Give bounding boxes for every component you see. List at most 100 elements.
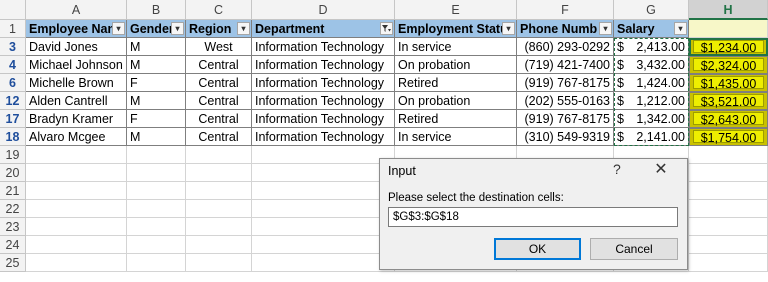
cell-gender[interactable]: M xyxy=(127,128,186,146)
filter-dropdown-icon[interactable]: ▾ xyxy=(599,22,612,35)
empty-cell[interactable] xyxy=(186,236,252,254)
filter-dropdown-icon[interactable]: ▾ xyxy=(171,22,184,35)
filter-dropdown-icon[interactable]: ▾ xyxy=(502,22,515,35)
column-header-c[interactable]: C xyxy=(186,0,252,20)
column-header-e[interactable]: E xyxy=(395,0,517,20)
empty-cell[interactable] xyxy=(252,182,395,200)
empty-cell[interactable] xyxy=(127,164,186,182)
ok-button[interactable]: OK xyxy=(494,238,581,260)
column-header-a[interactable]: A xyxy=(26,0,127,20)
empty-cell[interactable] xyxy=(186,200,252,218)
cell-h-value[interactable]: $2,643.00 xyxy=(689,110,768,128)
row-header-12[interactable]: 12 xyxy=(0,92,26,110)
empty-cell[interactable] xyxy=(186,146,252,164)
row-header-23[interactable]: 23 xyxy=(0,218,26,236)
destination-range-input[interactable] xyxy=(388,207,678,227)
column-header-h[interactable]: H xyxy=(689,0,768,20)
cell-region[interactable]: Central xyxy=(186,128,252,146)
empty-cell[interactable] xyxy=(689,182,768,200)
empty-cell[interactable] xyxy=(127,218,186,236)
cell-employee-name[interactable]: Michelle Brown xyxy=(26,74,127,92)
empty-cell[interactable] xyxy=(252,254,395,272)
row-header-22[interactable]: 22 xyxy=(0,200,26,218)
header-employment-status[interactable]: Employment Statu ▾ xyxy=(395,20,517,38)
cell-department[interactable]: Information Technology xyxy=(252,56,395,74)
column-header-b[interactable]: B xyxy=(127,0,186,20)
row-header-18[interactable]: 18 xyxy=(0,128,26,146)
cell-region[interactable]: Central xyxy=(186,74,252,92)
empty-cell[interactable] xyxy=(26,236,127,254)
cell-employee-name[interactable]: David Jones xyxy=(26,38,127,56)
cell-region[interactable]: Central xyxy=(186,92,252,110)
header-phone-number[interactable]: Phone Numb ▾ xyxy=(517,20,614,38)
cell-phone-number[interactable]: (860) 293-0292 xyxy=(517,38,614,56)
filter-active-icon[interactable] xyxy=(380,22,393,35)
empty-cell[interactable] xyxy=(252,146,395,164)
cell-phone-number[interactable]: (719) 421-7400 xyxy=(517,56,614,74)
empty-cell[interactable] xyxy=(26,254,127,272)
row-header-24[interactable]: 24 xyxy=(0,236,26,254)
empty-cell[interactable] xyxy=(252,200,395,218)
column-header-d[interactable]: D xyxy=(252,0,395,20)
empty-cell[interactable] xyxy=(689,218,768,236)
row-header-19[interactable]: 19 xyxy=(0,146,26,164)
cell-employment-status[interactable]: Retired xyxy=(395,74,517,92)
empty-cell[interactable] xyxy=(127,236,186,254)
cell-gender[interactable]: M xyxy=(127,92,186,110)
empty-cell[interactable] xyxy=(689,254,768,272)
row-header-25[interactable]: 25 xyxy=(0,254,26,272)
cell-region[interactable]: Central xyxy=(186,56,252,74)
row-header-6[interactable]: 6 xyxy=(0,74,26,92)
row-header-20[interactable]: 20 xyxy=(0,164,26,182)
empty-cell[interactable] xyxy=(127,200,186,218)
empty-cell[interactable] xyxy=(186,254,252,272)
cancel-button[interactable]: Cancel xyxy=(590,238,678,260)
cell-employee-name[interactable]: Alvaro Mcgee xyxy=(26,128,127,146)
empty-cell[interactable] xyxy=(252,164,395,182)
empty-cell[interactable] xyxy=(26,218,127,236)
cell-phone-number[interactable]: (202) 555-0163 xyxy=(517,92,614,110)
empty-cell[interactable] xyxy=(186,218,252,236)
row-header-3[interactable]: 3 xyxy=(0,38,26,56)
cell-region[interactable]: Central xyxy=(186,110,252,128)
cell-department[interactable]: Information Technology xyxy=(252,110,395,128)
cell-h-value[interactable]: $3,521.00 xyxy=(689,92,768,110)
cell-employment-status[interactable]: On probation xyxy=(395,92,517,110)
cell-employment-status[interactable]: In service xyxy=(395,128,517,146)
cell-h-value[interactable]: $1,754.00 xyxy=(689,128,768,146)
cell-employee-name[interactable]: Michael Johnson xyxy=(26,56,127,74)
header-region[interactable]: Region ▾ xyxy=(186,20,252,38)
empty-cell[interactable] xyxy=(127,254,186,272)
help-icon[interactable]: ? xyxy=(613,161,621,177)
cell-department[interactable]: Information Technology xyxy=(252,74,395,92)
cell-employee-name[interactable]: Alden Cantrell xyxy=(26,92,127,110)
cell-department[interactable]: Information Technology xyxy=(252,92,395,110)
cell-employment-status[interactable]: On probation xyxy=(395,56,517,74)
cell-phone-number[interactable]: (310) 549-9319 xyxy=(517,128,614,146)
header-department[interactable]: Department xyxy=(252,20,395,38)
filter-dropdown-icon[interactable]: ▾ xyxy=(674,22,687,35)
empty-cell[interactable] xyxy=(186,164,252,182)
cell-department[interactable]: Information Technology xyxy=(252,38,395,56)
empty-cell[interactable] xyxy=(26,182,127,200)
cell-h1[interactable] xyxy=(689,20,768,38)
empty-cell[interactable] xyxy=(127,146,186,164)
empty-cell[interactable] xyxy=(26,200,127,218)
column-header-g[interactable]: G xyxy=(614,0,689,20)
row-header-17[interactable]: 17 xyxy=(0,110,26,128)
header-gender[interactable]: Gender ▾ xyxy=(127,20,186,38)
empty-cell[interactable] xyxy=(252,236,395,254)
cell-employment-status[interactable]: Retired xyxy=(395,110,517,128)
header-salary[interactable]: Salary ▾ xyxy=(614,20,689,38)
row-header-21[interactable]: 21 xyxy=(0,182,26,200)
cell-gender[interactable]: M xyxy=(127,56,186,74)
cell-gender[interactable]: M xyxy=(127,38,186,56)
cell-h-value[interactable]: $2,324.00 xyxy=(689,56,768,74)
filter-dropdown-icon[interactable]: ▾ xyxy=(112,22,125,35)
cell-gender[interactable]: F xyxy=(127,74,186,92)
empty-cell[interactable] xyxy=(186,182,252,200)
row-header-4[interactable]: 4 xyxy=(0,56,26,74)
column-header-f[interactable]: F xyxy=(517,0,614,20)
close-icon[interactable]: ✕ xyxy=(645,159,677,181)
cell-gender[interactable]: F xyxy=(127,110,186,128)
